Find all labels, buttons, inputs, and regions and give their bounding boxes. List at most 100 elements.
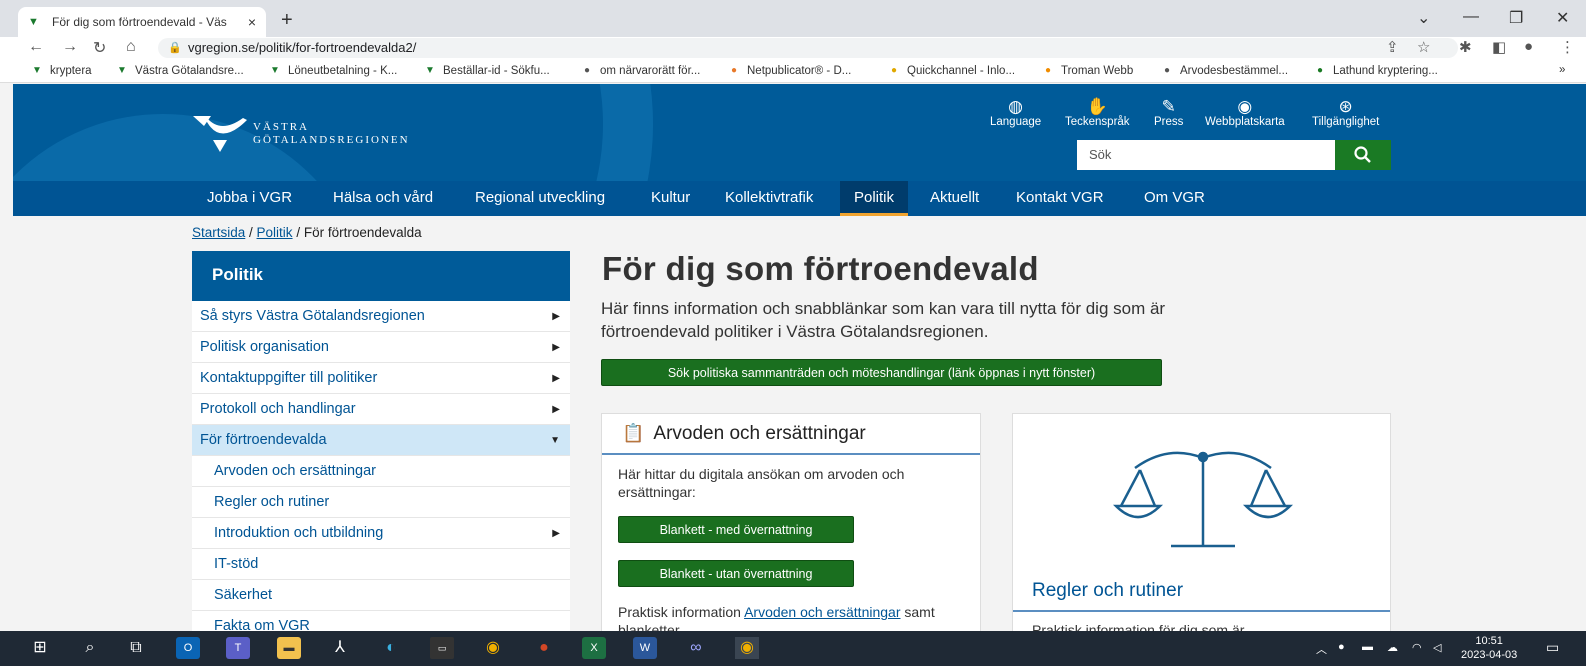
tool-accessibility[interactable]: ⊛ Tillgänglighet bbox=[1312, 98, 1379, 129]
chevron-down-icon[interactable]: ▼ bbox=[550, 425, 560, 456]
sidebar-item[interactable]: Introduktion och utbildning ▶ bbox=[192, 518, 570, 549]
back-icon[interactable]: ← bbox=[28, 38, 44, 56]
sidepanel-icon[interactable]: ◧ bbox=[1492, 38, 1506, 56]
bookmark-label: Arvodesbestämmel... bbox=[1180, 65, 1289, 77]
sidebar-item[interactable]: IT-stöd bbox=[192, 549, 570, 580]
browser-tab[interactable]: ▼ För dig som förtroendevald - Väs × bbox=[18, 7, 266, 37]
bookmarks-more-icon[interactable]: » bbox=[1559, 64, 1565, 76]
tab-close-icon[interactable]: × bbox=[248, 14, 256, 30]
breadcrumb-home[interactable]: Startsida bbox=[192, 225, 245, 240]
task-view-icon[interactable]: ⧉ bbox=[124, 637, 148, 659]
card-regler-title[interactable]: Regler och rutiner bbox=[1032, 580, 1183, 602]
tray-app-icon[interactable]: ● bbox=[1338, 641, 1345, 653]
chevron-right-icon[interactable]: ▶ bbox=[552, 301, 560, 332]
restore-icon[interactable]: ❐ bbox=[1509, 8, 1523, 28]
bookmark-item[interactable]: ● Lathund kryptering... bbox=[1313, 64, 1438, 78]
bookmark-item[interactable]: ▼ Löneutbetalning - K... bbox=[268, 64, 397, 78]
file-explorer-icon[interactable]: ▬ bbox=[277, 637, 301, 659]
app-icon[interactable]: ▭ bbox=[430, 637, 454, 659]
bookmark-item[interactable]: ● om närvarorätt för... bbox=[580, 64, 700, 78]
bookmark-item[interactable]: ● Troman Webb bbox=[1041, 64, 1133, 78]
forward-icon[interactable]: → bbox=[62, 38, 78, 56]
outlook-icon[interactable]: O bbox=[176, 637, 200, 659]
nav-item[interactable]: Jobba i VGR bbox=[193, 181, 306, 216]
battery-icon[interactable]: ▬ bbox=[1362, 641, 1373, 653]
vgr-logo[interactable]: VÄSTRA GÖTALANDSREGIONEN bbox=[191, 112, 410, 156]
sidebar-item[interactable]: Så styrs Västra Götalandsregionen ▶ bbox=[192, 301, 570, 332]
tool-sitemap[interactable]: ◉ Webbplatskarta bbox=[1205, 97, 1285, 129]
nav-item[interactable]: Regional utveckling bbox=[461, 181, 619, 216]
card-regler[interactable]: Regler och rutiner Praktisk information … bbox=[1012, 413, 1391, 638]
extensions-icon[interactable]: ✱ bbox=[1459, 38, 1472, 56]
sidebar-item[interactable]: Politisk organisation ▶ bbox=[192, 332, 570, 363]
tool-sign-language[interactable]: ✋ Teckenspråk bbox=[1065, 98, 1130, 129]
excel-icon[interactable]: X bbox=[582, 637, 606, 659]
form-without-overnight-button[interactable]: Blankett - utan övernattning bbox=[618, 560, 854, 587]
taskbar-clock[interactable]: 10:51 2023-04-03 bbox=[1461, 634, 1517, 662]
bookmark-item[interactable]: ▼ Västra Götalandsre... bbox=[115, 64, 244, 78]
sidebar-item[interactable]: Regler och rutiner bbox=[192, 487, 570, 518]
nav-item[interactable]: Kollektivtrafik bbox=[711, 181, 827, 216]
bookmark-label: Västra Götalandsre... bbox=[135, 65, 244, 77]
tab-search-icon[interactable]: ⌄ bbox=[1417, 8, 1430, 28]
chrome-icon[interactable]: ◉ bbox=[481, 637, 505, 659]
onedrive-icon[interactable]: ☁ bbox=[1387, 641, 1398, 654]
sidebar-heading[interactable]: Politik bbox=[192, 251, 570, 301]
menu-icon[interactable]: ⋮ bbox=[1560, 38, 1575, 56]
bookmark-item[interactable]: ▼ Beställar-id - Sökfu... bbox=[423, 64, 550, 78]
sidebar-item[interactable]: Protokoll och handlingar ▶ bbox=[192, 394, 570, 425]
edge-icon[interactable]: ◐ bbox=[379, 637, 403, 659]
sidebar-item-label: IT-stöd bbox=[214, 556, 259, 572]
arvoden-link[interactable]: Arvoden och ersättningar bbox=[744, 604, 900, 620]
form-with-overnight-button[interactable]: Blankett - med övernattning bbox=[618, 516, 854, 543]
tool-language[interactable]: ◍ Language bbox=[990, 98, 1041, 129]
volume-icon[interactable]: ◁ bbox=[1433, 641, 1441, 654]
taskbar-search-icon[interactable]: ⌕ bbox=[78, 637, 102, 659]
sidebar-item[interactable]: Säkerhet bbox=[192, 580, 570, 611]
compass-icon: ◉ bbox=[1237, 97, 1253, 116]
close-window-icon[interactable]: ✕ bbox=[1556, 8, 1569, 28]
nav-item[interactable]: Aktuellt bbox=[916, 181, 993, 216]
chevron-right-icon[interactable]: ▶ bbox=[552, 363, 560, 394]
bookmark-item[interactable]: ● Arvodesbestämmel... bbox=[1160, 64, 1288, 78]
logo-line2: GÖTALANDSREGIONEN bbox=[253, 134, 410, 146]
minimize-icon[interactable]: — bbox=[1463, 8, 1479, 26]
nav-item[interactable]: Kontakt VGR bbox=[1002, 181, 1118, 216]
pdf-reader-icon[interactable]: ⅄ bbox=[328, 637, 352, 659]
chrome-active-icon[interactable]: ◉ bbox=[735, 637, 759, 659]
new-tab-button[interactable]: + bbox=[281, 9, 293, 32]
tool-press[interactable]: ✎ Press bbox=[1154, 98, 1183, 129]
bookmark-item[interactable]: ● Quickchannel - Inlo... bbox=[887, 64, 1015, 78]
nav-item[interactable]: Om VGR bbox=[1130, 181, 1219, 216]
wifi-icon[interactable]: ◠ bbox=[1412, 641, 1422, 654]
notification-icon[interactable]: ▭ bbox=[1546, 639, 1559, 656]
sidebar-item[interactable]: För förtroendevalda ▼ bbox=[192, 425, 570, 456]
sidebar-item[interactable]: Arvoden och ersättningar bbox=[192, 456, 570, 487]
bookmark-item[interactable]: ● Netpublicator® - D... bbox=[727, 64, 851, 78]
search-input[interactable]: Sök bbox=[1077, 140, 1335, 170]
breadcrumb-politik[interactable]: Politik bbox=[257, 225, 293, 240]
share-icon[interactable]: ⇪ bbox=[1386, 38, 1399, 56]
teams-icon[interactable]: T bbox=[226, 637, 250, 659]
windows-start-icon[interactable]: ⊞ bbox=[28, 637, 52, 659]
bookmark-star-icon[interactable]: ☆ bbox=[1417, 38, 1430, 56]
tray-chevron-icon[interactable]: ︿ bbox=[1316, 641, 1327, 657]
search-button[interactable] bbox=[1335, 140, 1391, 170]
search-meetings-button[interactable]: Sök politiska sammanträden och möteshand… bbox=[601, 359, 1162, 386]
word-icon[interactable]: W bbox=[633, 637, 657, 659]
app-icon[interactable]: ∞ bbox=[684, 637, 708, 659]
home-icon[interactable]: ⌂ bbox=[126, 38, 136, 56]
chevron-right-icon[interactable]: ▶ bbox=[552, 518, 560, 549]
nav-item[interactable]: Politik bbox=[840, 181, 909, 216]
reload-icon[interactable]: ↻ bbox=[93, 38, 106, 58]
profile-icon[interactable]: ● bbox=[1524, 38, 1533, 55]
vgr-icon: ▼ bbox=[117, 65, 127, 76]
sidebar-item[interactable]: Kontaktuppgifter till politiker ▶ bbox=[192, 363, 570, 394]
url-field[interactable]: 🔒 vgregion.se/politik/for-fortroendevald… bbox=[158, 38, 1458, 58]
nav-item[interactable]: Kultur bbox=[637, 181, 704, 216]
chevron-right-icon[interactable]: ▶ bbox=[552, 394, 560, 425]
nav-item[interactable]: Hälsa och vård bbox=[319, 181, 447, 216]
chevron-right-icon[interactable]: ▶ bbox=[552, 332, 560, 363]
powerpoint-icon[interactable]: ● bbox=[532, 637, 556, 659]
bookmark-item[interactable]: ▼ kryptera bbox=[30, 64, 92, 78]
